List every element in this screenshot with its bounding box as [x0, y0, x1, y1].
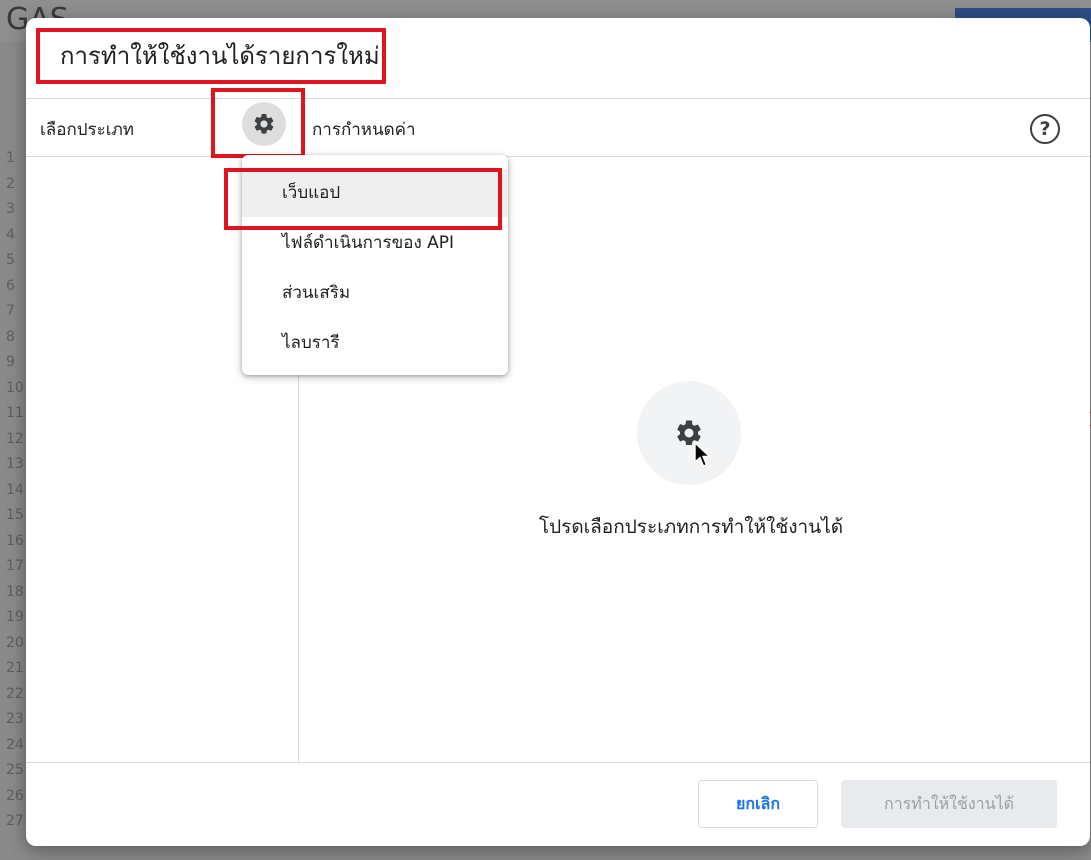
new-deployment-dialog: การทำให้ใช้งานได้รายการใหม่ เลือกประเภท …: [26, 18, 1090, 846]
empty-state-icon-circle: [637, 381, 741, 485]
line-number: 22: [6, 685, 24, 702]
line-number: 26: [6, 787, 24, 804]
line-number: 7: [6, 303, 15, 319]
dialog-title: การทำให้ใช้งานได้รายการใหม่: [36, 28, 386, 84]
line-number: 23: [6, 711, 24, 727]
empty-state-message: โปรดเลือกประเภทการทำให้ใช้งานได้: [538, 516, 844, 538]
mouse-cursor-icon: [694, 442, 712, 467]
line-number: 14: [6, 481, 24, 498]
line-number: 27: [6, 813, 24, 829]
line-number: 3: [6, 201, 15, 217]
header-divider: [26, 98, 1090, 99]
configuration-label: การกำหนดค่า: [312, 120, 416, 140]
line-number: 13: [6, 456, 24, 472]
help-icon[interactable]: ?: [1030, 114, 1060, 144]
line-number: 25: [6, 762, 24, 778]
gear-highlight-box: [211, 88, 305, 158]
line-number: 17: [6, 558, 24, 574]
line-number: 5: [6, 252, 15, 268]
line-number: 20: [6, 634, 24, 651]
select-type-label: เลือกประเภท: [40, 120, 135, 140]
line-number: 6: [6, 277, 15, 294]
line-number: 21: [6, 660, 24, 676]
line-number: 19: [6, 609, 24, 625]
line-number: 24: [6, 736, 24, 753]
menu-item-library[interactable]: ไลบรารี: [242, 319, 508, 367]
menu-item-add-on[interactable]: ส่วนเสริม: [242, 269, 508, 317]
line-number: 18: [6, 583, 24, 600]
line-number: 2: [6, 175, 15, 192]
line-number-gutter: 1 2 3 4 5 6 7 8 9 10 11 12 13 14 15 16 17 18 19 20 21 22 23 24 2…: [0, 150, 26, 860]
deploy-button[interactable]: การทำให้ใช้งานได้: [841, 780, 1057, 828]
line-number: 16: [6, 532, 24, 549]
subheader-divider: [26, 156, 1090, 157]
line-number: 1: [6, 150, 15, 166]
line-number: 10: [6, 379, 24, 396]
line-number: 12: [6, 430, 24, 447]
web-app-highlight-box: [224, 168, 502, 230]
line-number: 15: [6, 507, 24, 523]
line-number: 11: [6, 405, 24, 421]
line-number: 4: [6, 226, 15, 243]
line-number: 8: [6, 328, 15, 345]
line-number: 9: [6, 354, 15, 370]
cancel-button[interactable]: ยกเลิก: [698, 780, 818, 828]
footer-divider: [26, 762, 1090, 763]
